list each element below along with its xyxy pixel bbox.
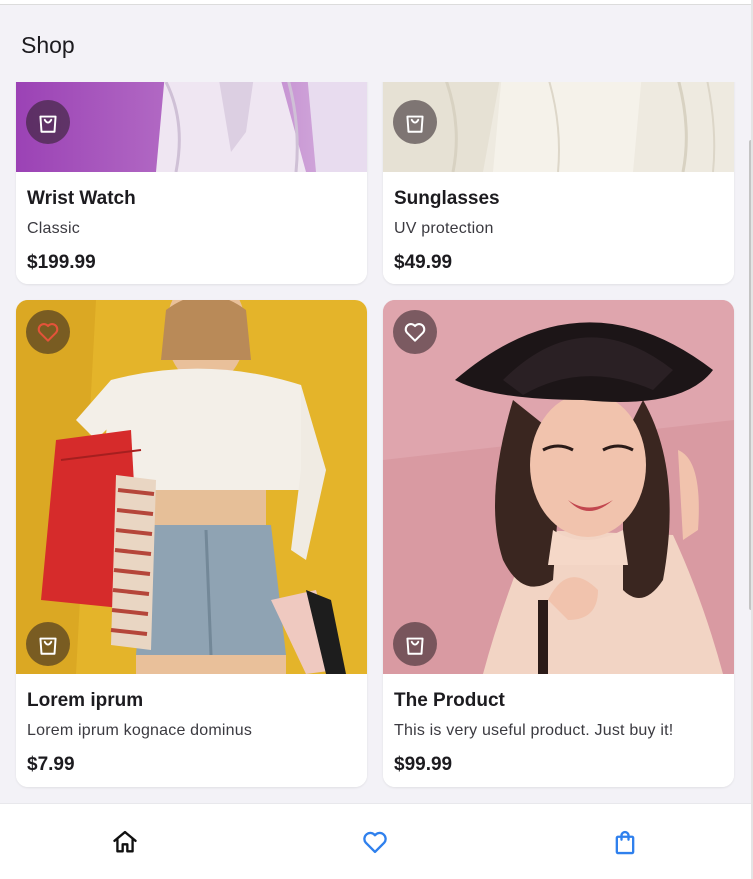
shopping-bag-outline-icon	[406, 637, 424, 655]
heart-outline-icon	[404, 323, 426, 342]
product-title: The Product	[394, 690, 505, 711]
product-title: Sunglasses	[394, 188, 500, 209]
product-grid[interactable]: Wrist Watch Classic $199.99 Sunglasses U…	[0, 82, 751, 803]
product-price: $7.99	[27, 754, 75, 775]
home-icon	[113, 830, 137, 853]
product-card-lorem-iprum[interactable]: Lorem iprum Lorem iprum kognace dominus …	[16, 300, 367, 787]
product-subtitle: Lorem iprum kognace dominus	[27, 722, 253, 739]
heart-outline-icon	[363, 831, 387, 854]
product-subtitle: Classic	[27, 220, 80, 237]
product-price: $99.99	[394, 754, 453, 775]
add-to-cart-button[interactable]	[393, 622, 437, 666]
product-title: Lorem iprum	[27, 690, 144, 711]
favorite-button[interactable]	[393, 310, 437, 354]
product-card-sunglasses[interactable]: Sunglasses UV protection $49.99	[383, 82, 734, 284]
app-bar: Shop	[0, 5, 751, 82]
product-title: Wrist Watch	[27, 188, 136, 209]
product-info: Sunglasses UV protection $49.99	[383, 172, 734, 284]
add-to-cart-button[interactable]	[393, 100, 437, 144]
add-to-cart-button[interactable]	[26, 100, 70, 144]
page-title: Shop	[21, 32, 75, 58]
add-to-cart-button[interactable]	[26, 622, 70, 666]
nav-cart-button[interactable]	[605, 822, 645, 862]
product-subtitle: UV protection	[394, 220, 494, 237]
product-card-wrist-watch[interactable]: Wrist Watch Classic $199.99	[16, 82, 367, 284]
shopping-bag-icon	[615, 830, 635, 855]
product-info: Wrist Watch Classic $199.99	[16, 172, 367, 284]
product-image	[16, 300, 367, 674]
product-subtitle: This is very useful product. Just buy it…	[394, 722, 674, 739]
product-price: $49.99	[394, 252, 453, 273]
favorite-button[interactable]	[26, 310, 70, 354]
nav-favorites-button[interactable]	[355, 822, 395, 862]
product-info: Lorem iprum Lorem iprum kognace dominus …	[16, 674, 367, 787]
shopping-bag-outline-icon	[406, 115, 424, 133]
nav-home-button[interactable]	[105, 822, 145, 862]
product-info: The Product This is very useful product.…	[383, 674, 734, 787]
product-image	[383, 300, 734, 674]
product-card-the-product[interactable]: The Product This is very useful product.…	[383, 300, 734, 787]
product-price: $199.99	[27, 252, 96, 273]
bottom-navigation	[0, 803, 751, 879]
shopping-bag-outline-icon	[39, 637, 57, 655]
shopping-bag-outline-icon	[39, 115, 57, 133]
heart-outline-icon	[37, 323, 59, 342]
